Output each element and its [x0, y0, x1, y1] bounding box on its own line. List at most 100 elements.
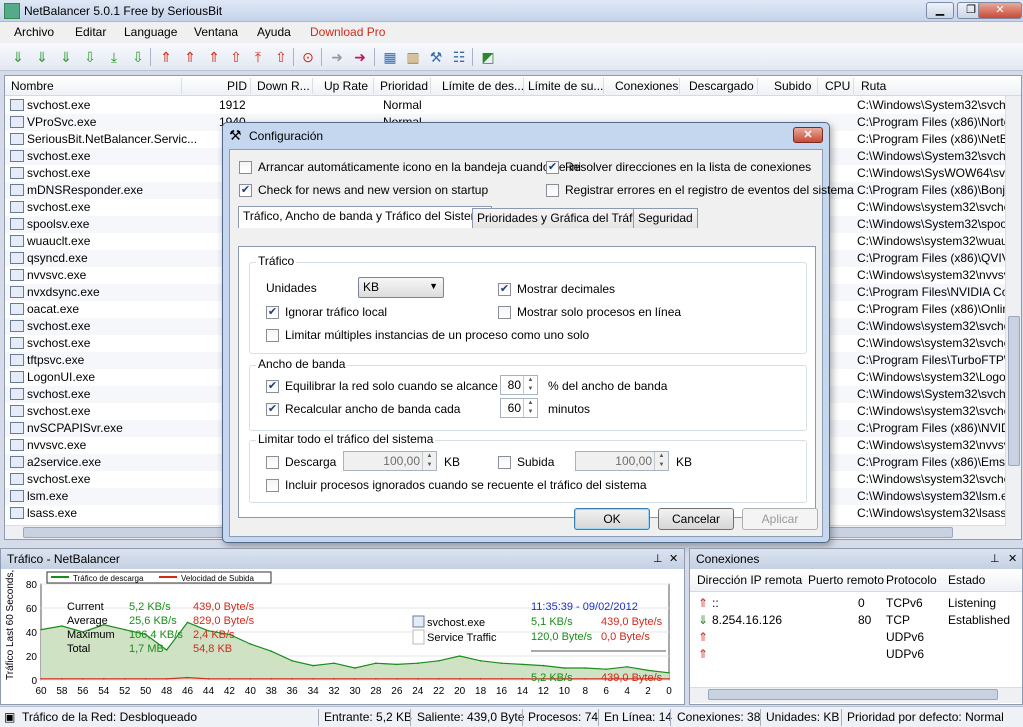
- col-remote-ip[interactable]: Dirección IP remota: [697, 573, 802, 587]
- column-separator[interactable]: [603, 78, 604, 94]
- close-icon[interactable]: ✕: [1008, 552, 1017, 565]
- priority-up-4-icon[interactable]: ⇧: [228, 49, 244, 65]
- priority-down-3-icon[interactable]: ⇓: [58, 49, 74, 65]
- column-separator[interactable]: [373, 78, 374, 94]
- table-row[interactable]: svchost.exe 1912 Normal C:\Windows\System32…: [5, 97, 1021, 114]
- col-descargado[interactable]: Descargado: [689, 79, 754, 93]
- priority-up-6-icon[interactable]: ⇧: [273, 49, 289, 65]
- column-separator[interactable]: [853, 78, 854, 94]
- autostart-checkbox[interactable]: [239, 161, 252, 174]
- apply-button[interactable]: Aplicar: [742, 508, 818, 530]
- balance-checkbox[interactable]: ✔: [266, 380, 279, 393]
- connection-row[interactable]: ⇑ UDPv6: [690, 646, 1022, 663]
- recalc-checkbox[interactable]: ✔: [266, 403, 279, 416]
- column-separator[interactable]: [181, 78, 182, 94]
- chart-icon[interactable]: ▦: [382, 49, 398, 65]
- column-separator[interactable]: [312, 78, 313, 94]
- connection-ip: 8.254.16.126: [712, 613, 783, 627]
- priority-up-1-icon[interactable]: ⇑: [158, 49, 174, 65]
- col-nombre[interactable]: Nombre: [11, 79, 54, 93]
- pin-icon[interactable]: ⊥: [990, 552, 1000, 565]
- online-only-checkbox[interactable]: [498, 306, 511, 319]
- priority-down-4-icon[interactable]: ⇩: [82, 49, 98, 65]
- show-decimals-checkbox[interactable]: ✔: [498, 283, 511, 296]
- col-up-rate[interactable]: Up Rate: [324, 79, 368, 93]
- col-state[interactable]: Estado: [948, 573, 985, 587]
- priority-up-5-icon[interactable]: ⤒: [250, 49, 266, 65]
- menu-ayuda[interactable]: Ayuda: [257, 25, 291, 39]
- col-subido[interactable]: Subido: [774, 79, 811, 93]
- ok-button[interactable]: OK: [574, 508, 650, 530]
- stop-icon[interactable]: ⊙: [300, 49, 316, 65]
- priority-down-1-icon[interactable]: ⇓: [10, 49, 26, 65]
- tab-traffic[interactable]: Tráfico, Ancho de banda y Tráfico del Si…: [238, 206, 493, 228]
- cancel-button[interactable]: Cancelar: [658, 508, 734, 530]
- connections-hscroll[interactable]: [690, 687, 1022, 703]
- spinner-arrows-icon[interactable]: ▲ ▼: [654, 452, 668, 470]
- col-conexiones[interactable]: Conexiones: [615, 79, 678, 93]
- priority-up-2-icon[interactable]: ⇑: [182, 49, 198, 65]
- tab-security[interactable]: Seguridad: [633, 208, 698, 228]
- col-protocol[interactable]: Protocolo: [886, 573, 937, 587]
- spinner-arrows-icon[interactable]: ▲ ▼: [422, 452, 436, 470]
- menu-archivo[interactable]: Archivo: [14, 25, 54, 39]
- process-path: C:\Windows\system32\nvvsvc: [857, 438, 1016, 452]
- pin-icon[interactable]: ⊥: [653, 552, 663, 565]
- connection-row[interactable]: ⇑ UDPv6: [690, 629, 1022, 646]
- ignore-local-checkbox[interactable]: ✔: [266, 306, 279, 319]
- priority-down-5-icon[interactable]: ⤓: [106, 49, 122, 65]
- include-ignored-checkbox[interactable]: [266, 479, 279, 492]
- col-ruta[interactable]: Ruta: [861, 79, 886, 93]
- graph-icon[interactable]: ◩: [480, 49, 496, 65]
- right-stat-download: 120,0 Byte/s: [531, 631, 593, 643]
- spinner-arrows-icon[interactable]: ▲ ▼: [523, 399, 537, 417]
- scrollbar-thumb[interactable]: [1008, 316, 1020, 466]
- menu-editar[interactable]: Editar: [75, 25, 106, 39]
- log-errors-checkbox[interactable]: [546, 184, 559, 197]
- column-separator[interactable]: [523, 78, 524, 94]
- column-separator[interactable]: [817, 78, 818, 94]
- column-separator[interactable]: [757, 78, 758, 94]
- download-limit-spinner[interactable]: 100,00 ▲ ▼: [343, 451, 437, 471]
- recalc-spinner[interactable]: 60 ▲ ▼: [500, 398, 538, 418]
- connection-row[interactable]: ⇓ 8.254.16.126 80 TCP Established: [690, 612, 1022, 629]
- dialog-close-button[interactable]: ✕: [793, 127, 823, 143]
- settings-icon[interactable]: ☷: [451, 49, 467, 65]
- priority-down-2-icon[interactable]: ⇓: [34, 49, 50, 65]
- col-remote-port[interactable]: Puerto remoto: [808, 573, 884, 587]
- col-limite-subida[interactable]: Límite de su...: [528, 79, 603, 93]
- col-limite-descarga[interactable]: Límite de des...: [442, 79, 524, 93]
- forward-red-icon[interactable]: ➜: [352, 49, 368, 65]
- col-cpu[interactable]: CPU: [825, 79, 850, 93]
- scrollbar-thumb[interactable]: [708, 689, 998, 700]
- close-icon[interactable]: ✕: [669, 552, 678, 565]
- units-select[interactable]: KB ▼: [358, 277, 444, 298]
- upload-limit-spinner[interactable]: 100,00 ▲ ▼: [575, 451, 669, 471]
- limit-multi-checkbox[interactable]: [266, 329, 279, 342]
- download-limit-checkbox[interactable]: [266, 456, 279, 469]
- check-news-checkbox[interactable]: ✔: [239, 184, 252, 197]
- col-prioridad[interactable]: Prioridad: [380, 79, 428, 93]
- menu-language[interactable]: Language: [124, 25, 177, 39]
- priority-down-6-icon[interactable]: ⇩: [130, 49, 146, 65]
- forward-icon[interactable]: ➜: [329, 49, 345, 65]
- process-list-vscroll[interactable]: [1005, 96, 1021, 539]
- col-down-rate[interactable]: Down R...: [257, 79, 310, 93]
- minimize-button[interactable]: ▁: [926, 2, 954, 19]
- spinner-arrows-icon[interactable]: ▲ ▼: [523, 376, 537, 394]
- menu-ventana[interactable]: Ventana: [194, 25, 238, 39]
- column-separator[interactable]: [430, 78, 431, 94]
- bars-icon[interactable]: ▥: [405, 49, 421, 65]
- col-pid[interactable]: PID: [227, 79, 247, 93]
- tools-icon[interactable]: ⚒: [428, 49, 444, 65]
- connection-row[interactable]: ⇑:: 0 TCPv6 Listening: [690, 595, 1022, 612]
- resolve-addresses-checkbox[interactable]: ✔: [546, 161, 559, 174]
- upload-limit-checkbox[interactable]: [498, 456, 511, 469]
- priority-up-3-icon[interactable]: ⇑: [206, 49, 222, 65]
- menu-download-pro[interactable]: Download Pro: [310, 25, 385, 39]
- tab-priorities[interactable]: Prioridades y Gráfica del Tráfico: [472, 208, 653, 228]
- column-separator[interactable]: [250, 78, 251, 94]
- close-button[interactable]: ✕: [978, 2, 1022, 19]
- column-separator[interactable]: [679, 78, 680, 94]
- balance-spinner[interactable]: 80 ▲ ▼: [500, 375, 538, 395]
